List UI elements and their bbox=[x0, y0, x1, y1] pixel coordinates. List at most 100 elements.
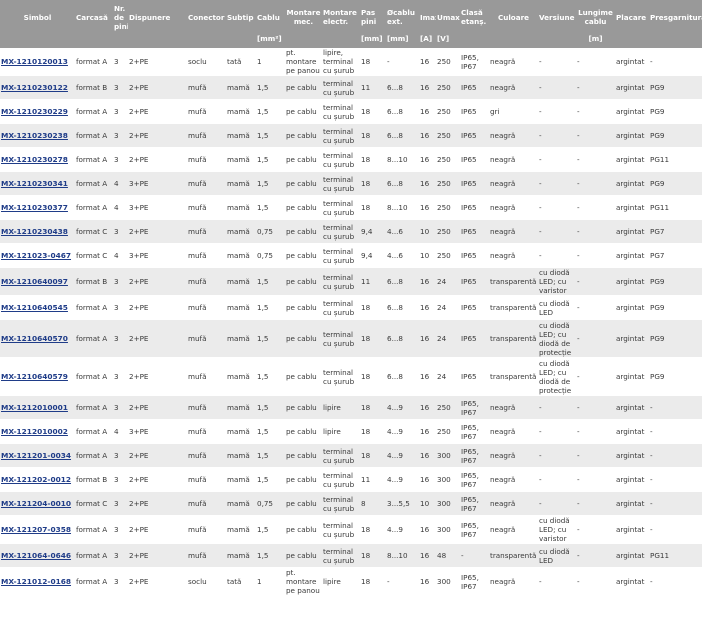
cell-clasa: IP65, IP67 bbox=[460, 443, 489, 468]
cell-culoare: neagră bbox=[489, 419, 538, 444]
symbol-link[interactable]: MX-1212010001 bbox=[1, 403, 68, 412]
col-placare[interactable]: Placare bbox=[615, 0, 649, 34]
cell-versiune: - bbox=[538, 467, 576, 492]
symbol-link[interactable]: MX-1210230377 bbox=[1, 203, 68, 212]
cell-presgarnitura: - bbox=[649, 567, 702, 596]
cell-culoare: neagră bbox=[489, 491, 538, 516]
symbol-link[interactable]: MX-1210120013 bbox=[1, 57, 68, 66]
col-imax[interactable]: Imax bbox=[419, 0, 436, 34]
symbol-link[interactable]: MX-1210640579 bbox=[1, 372, 68, 381]
symbol-link[interactable]: MX-1210230438 bbox=[1, 227, 68, 236]
symbol-link[interactable]: MX-121204-0010 bbox=[1, 499, 71, 508]
cell-montare-electr: terminal cu șurub bbox=[322, 491, 360, 516]
symbol-link[interactable]: MX-1210640570 bbox=[1, 334, 68, 343]
header-row: Simbol Carcasă Nr. de pini Dispunere Con… bbox=[0, 0, 702, 34]
col-diam-cablu[interactable]: Øcablu ext. bbox=[386, 0, 419, 34]
cell-imax: 16 bbox=[419, 75, 436, 100]
cell-simbol: MX-1210640097 bbox=[0, 267, 75, 296]
cell-imax: 16 bbox=[419, 357, 436, 396]
col-pas-pini[interactable]: Pas pini bbox=[360, 0, 386, 34]
symbol-link[interactable]: MX-1210230122 bbox=[1, 83, 68, 92]
table-row: MX-1210230278 format A 3 2+PE mufă mamă 1,5 pe … bbox=[0, 147, 702, 172]
table-row: MX-121201-0034 format A 3 2+PE mufă mamă 1,5 pe… bbox=[0, 443, 702, 468]
cell-simbol: MX-1210120013 bbox=[0, 48, 75, 76]
col-umax[interactable]: Umax bbox=[436, 0, 460, 34]
table-row: MX-121064-0646 format A 3 2+PE mufă mamă 1,5 pe… bbox=[0, 543, 702, 568]
cell-montare-electr: terminal cu șurub bbox=[322, 99, 360, 124]
symbol-link[interactable]: MX-1210230278 bbox=[1, 155, 68, 164]
cell-pas-pini: 18 bbox=[360, 543, 386, 568]
symbol-link[interactable]: MX-1210230238 bbox=[1, 131, 68, 140]
symbol-link[interactable]: MX-1210640545 bbox=[1, 303, 68, 312]
symbol-link[interactable]: MX-121202-0012 bbox=[1, 475, 71, 484]
col-simbol[interactable]: Simbol bbox=[0, 0, 75, 34]
cell-presgarnitura: PG7 bbox=[649, 219, 702, 244]
symbol-link[interactable]: MX-121023-0467 bbox=[1, 251, 71, 260]
cell-presgarnitura: - bbox=[649, 467, 702, 492]
cell-montare-electr: terminal cu șurub bbox=[322, 123, 360, 148]
col-nr-pini[interactable]: Nr. de pini bbox=[113, 0, 128, 34]
cell-carcasa: format C bbox=[75, 219, 113, 244]
symbol-link[interactable]: MX-121207-0358 bbox=[1, 525, 71, 534]
col-montare-electr[interactable]: Montare electr. bbox=[322, 0, 360, 34]
cell-presgarnitura: PG7 bbox=[649, 243, 702, 268]
cell-culoare: neagră bbox=[489, 243, 538, 268]
col-dispunere[interactable]: Dispunere bbox=[128, 0, 187, 34]
symbol-link[interactable]: MX-121064-0646 bbox=[1, 551, 71, 560]
cell-placare: argintat bbox=[615, 48, 649, 76]
col-cablu[interactable]: Cablu bbox=[256, 0, 285, 34]
symbol-link[interactable]: MX-1210640097 bbox=[1, 277, 68, 286]
cell-nr-pini: 3 bbox=[113, 123, 128, 148]
col-carcasa[interactable]: Carcasă bbox=[75, 0, 113, 34]
cell-nr-pini: 3 bbox=[113, 357, 128, 396]
col-culoare[interactable]: Culoare bbox=[489, 0, 538, 34]
cell-carcasa: format B bbox=[75, 75, 113, 100]
cell-imax: 10 bbox=[419, 243, 436, 268]
cell-cablu: 0,75 bbox=[256, 243, 285, 268]
col-conector[interactable]: Conector bbox=[187, 0, 226, 34]
cell-lungime: - bbox=[576, 195, 615, 220]
cell-subtip: mamă bbox=[226, 267, 256, 296]
table-row: MX-1210640097 format B 3 2+PE mufă mamă 1,5 pe … bbox=[0, 267, 702, 296]
cell-culoare: neagră bbox=[489, 443, 538, 468]
symbol-link[interactable]: MX-1212010002 bbox=[1, 427, 68, 436]
cell-cablu: 1,5 bbox=[256, 543, 285, 568]
cell-montare-mec: pe cablu bbox=[285, 395, 322, 420]
cell-versiune: cu diodă LED bbox=[538, 543, 576, 568]
cell-carcasa: format A bbox=[75, 319, 113, 358]
col-montare-mec[interactable]: Montare mec. bbox=[285, 0, 322, 34]
cell-nr-pini: 3 bbox=[113, 99, 128, 124]
cell-dispunere: 2+PE bbox=[128, 491, 187, 516]
col-clasa[interactable]: Clasă etanș. bbox=[460, 0, 489, 34]
col-lungime[interactable]: Lungime cablu bbox=[576, 0, 615, 34]
cell-culoare: neagră bbox=[489, 147, 538, 172]
col-versiune[interactable]: Versiune bbox=[538, 0, 576, 34]
symbol-link[interactable]: MX-121012-0168 bbox=[1, 577, 71, 586]
cell-diam-cablu: 6...8 bbox=[386, 357, 419, 396]
cell-diam-cablu: 4...9 bbox=[386, 419, 419, 444]
cell-lungime: - bbox=[576, 243, 615, 268]
cell-imax: 16 bbox=[419, 48, 436, 76]
cell-nr-pini: 3 bbox=[113, 543, 128, 568]
cell-dispunere: 2+PE bbox=[128, 515, 187, 544]
cell-culoare: gri bbox=[489, 99, 538, 124]
col-presgarnitura[interactable]: Presgarnitura bbox=[649, 0, 702, 34]
cell-nr-pini: 3 bbox=[113, 267, 128, 296]
cell-nr-pini: 4 bbox=[113, 419, 128, 444]
cell-subtip: mamă bbox=[226, 395, 256, 420]
cell-placare: argintat bbox=[615, 243, 649, 268]
cell-versiune: - bbox=[538, 171, 576, 196]
symbol-link[interactable]: MX-1210230341 bbox=[1, 179, 68, 188]
cell-placare: argintat bbox=[615, 195, 649, 220]
cell-carcasa: format A bbox=[75, 357, 113, 396]
cell-cablu: 1 bbox=[256, 567, 285, 596]
cell-montare-mec: pt. montare pe panou bbox=[285, 48, 322, 76]
symbol-link[interactable]: MX-121201-0034 bbox=[1, 451, 71, 460]
cell-subtip: mamă bbox=[226, 171, 256, 196]
symbol-link[interactable]: MX-1210230229 bbox=[1, 107, 68, 116]
cell-montare-electr: terminal cu șurub bbox=[322, 75, 360, 100]
col-subtip[interactable]: Subtip bbox=[226, 0, 256, 34]
cell-dispunere: 2+PE bbox=[128, 295, 187, 320]
cell-diam-cablu: 6...8 bbox=[386, 267, 419, 296]
cell-umax: 24 bbox=[436, 357, 460, 396]
